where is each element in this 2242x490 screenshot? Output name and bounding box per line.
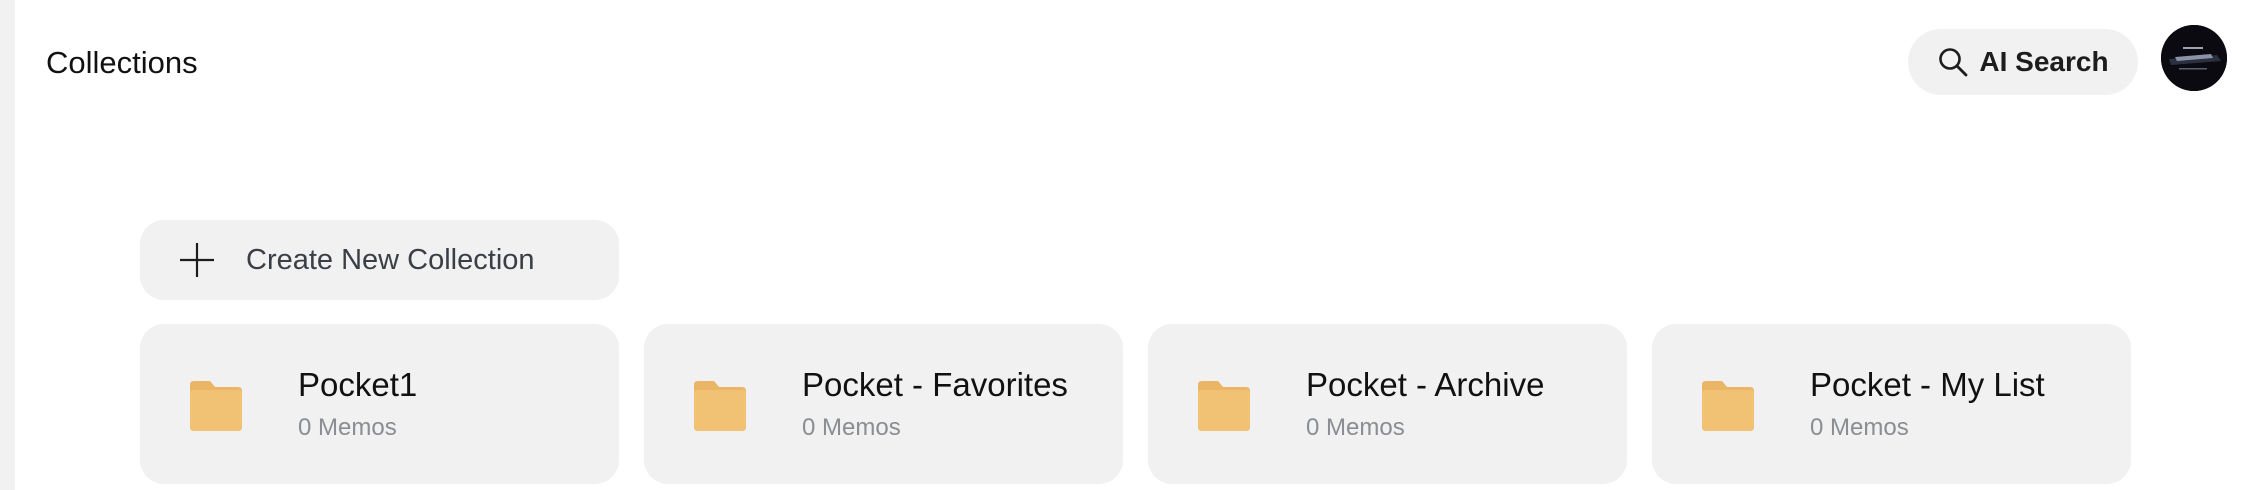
create-new-collection-label: Create New Collection bbox=[246, 243, 535, 276]
collection-card-pocket-archive[interactable]: Pocket - Archive 0 Memos bbox=[1148, 324, 1627, 484]
collection-memo-count: 0 Memos bbox=[802, 414, 901, 441]
create-new-collection-button[interactable]: Create New Collection bbox=[140, 220, 619, 300]
collection-name: Pocket1 bbox=[298, 366, 418, 403]
folder-icon bbox=[1198, 381, 1250, 431]
collection-card-pocket1[interactable]: Pocket1 0 Memos bbox=[140, 324, 619, 484]
collection-name: Pocket - My List bbox=[1810, 366, 2045, 403]
page-title: Collections bbox=[46, 45, 198, 80]
collection-name: Pocket - Archive bbox=[1306, 366, 1545, 403]
search-icon bbox=[1937, 46, 1969, 78]
folder-icon bbox=[694, 381, 746, 431]
collection-memo-count: 0 Memos bbox=[298, 414, 397, 441]
collection-memo-count: 0 Memos bbox=[1810, 414, 1909, 441]
avatar[interactable] bbox=[2161, 25, 2227, 91]
app-window: Collections AI Search Create New Collect… bbox=[0, 0, 2242, 490]
plus-icon bbox=[180, 243, 214, 277]
ai-search-label: AI Search bbox=[1979, 46, 2109, 77]
collections-list: Pocket1 0 Memos Pocket - Favorites 0 Mem… bbox=[140, 324, 2131, 484]
collection-memo-count: 0 Memos bbox=[1306, 414, 1405, 441]
folder-icon bbox=[1702, 381, 1754, 431]
left-rail bbox=[0, 0, 15, 490]
ai-search-button[interactable]: AI Search bbox=[1908, 29, 2138, 95]
collection-name: Pocket - Favorites bbox=[802, 366, 1068, 403]
collection-card-pocket-favorites[interactable]: Pocket - Favorites 0 Memos bbox=[644, 324, 1123, 484]
folder-icon bbox=[190, 381, 242, 431]
collection-card-pocket-my-list[interactable]: Pocket - My List 0 Memos bbox=[1652, 324, 2131, 484]
